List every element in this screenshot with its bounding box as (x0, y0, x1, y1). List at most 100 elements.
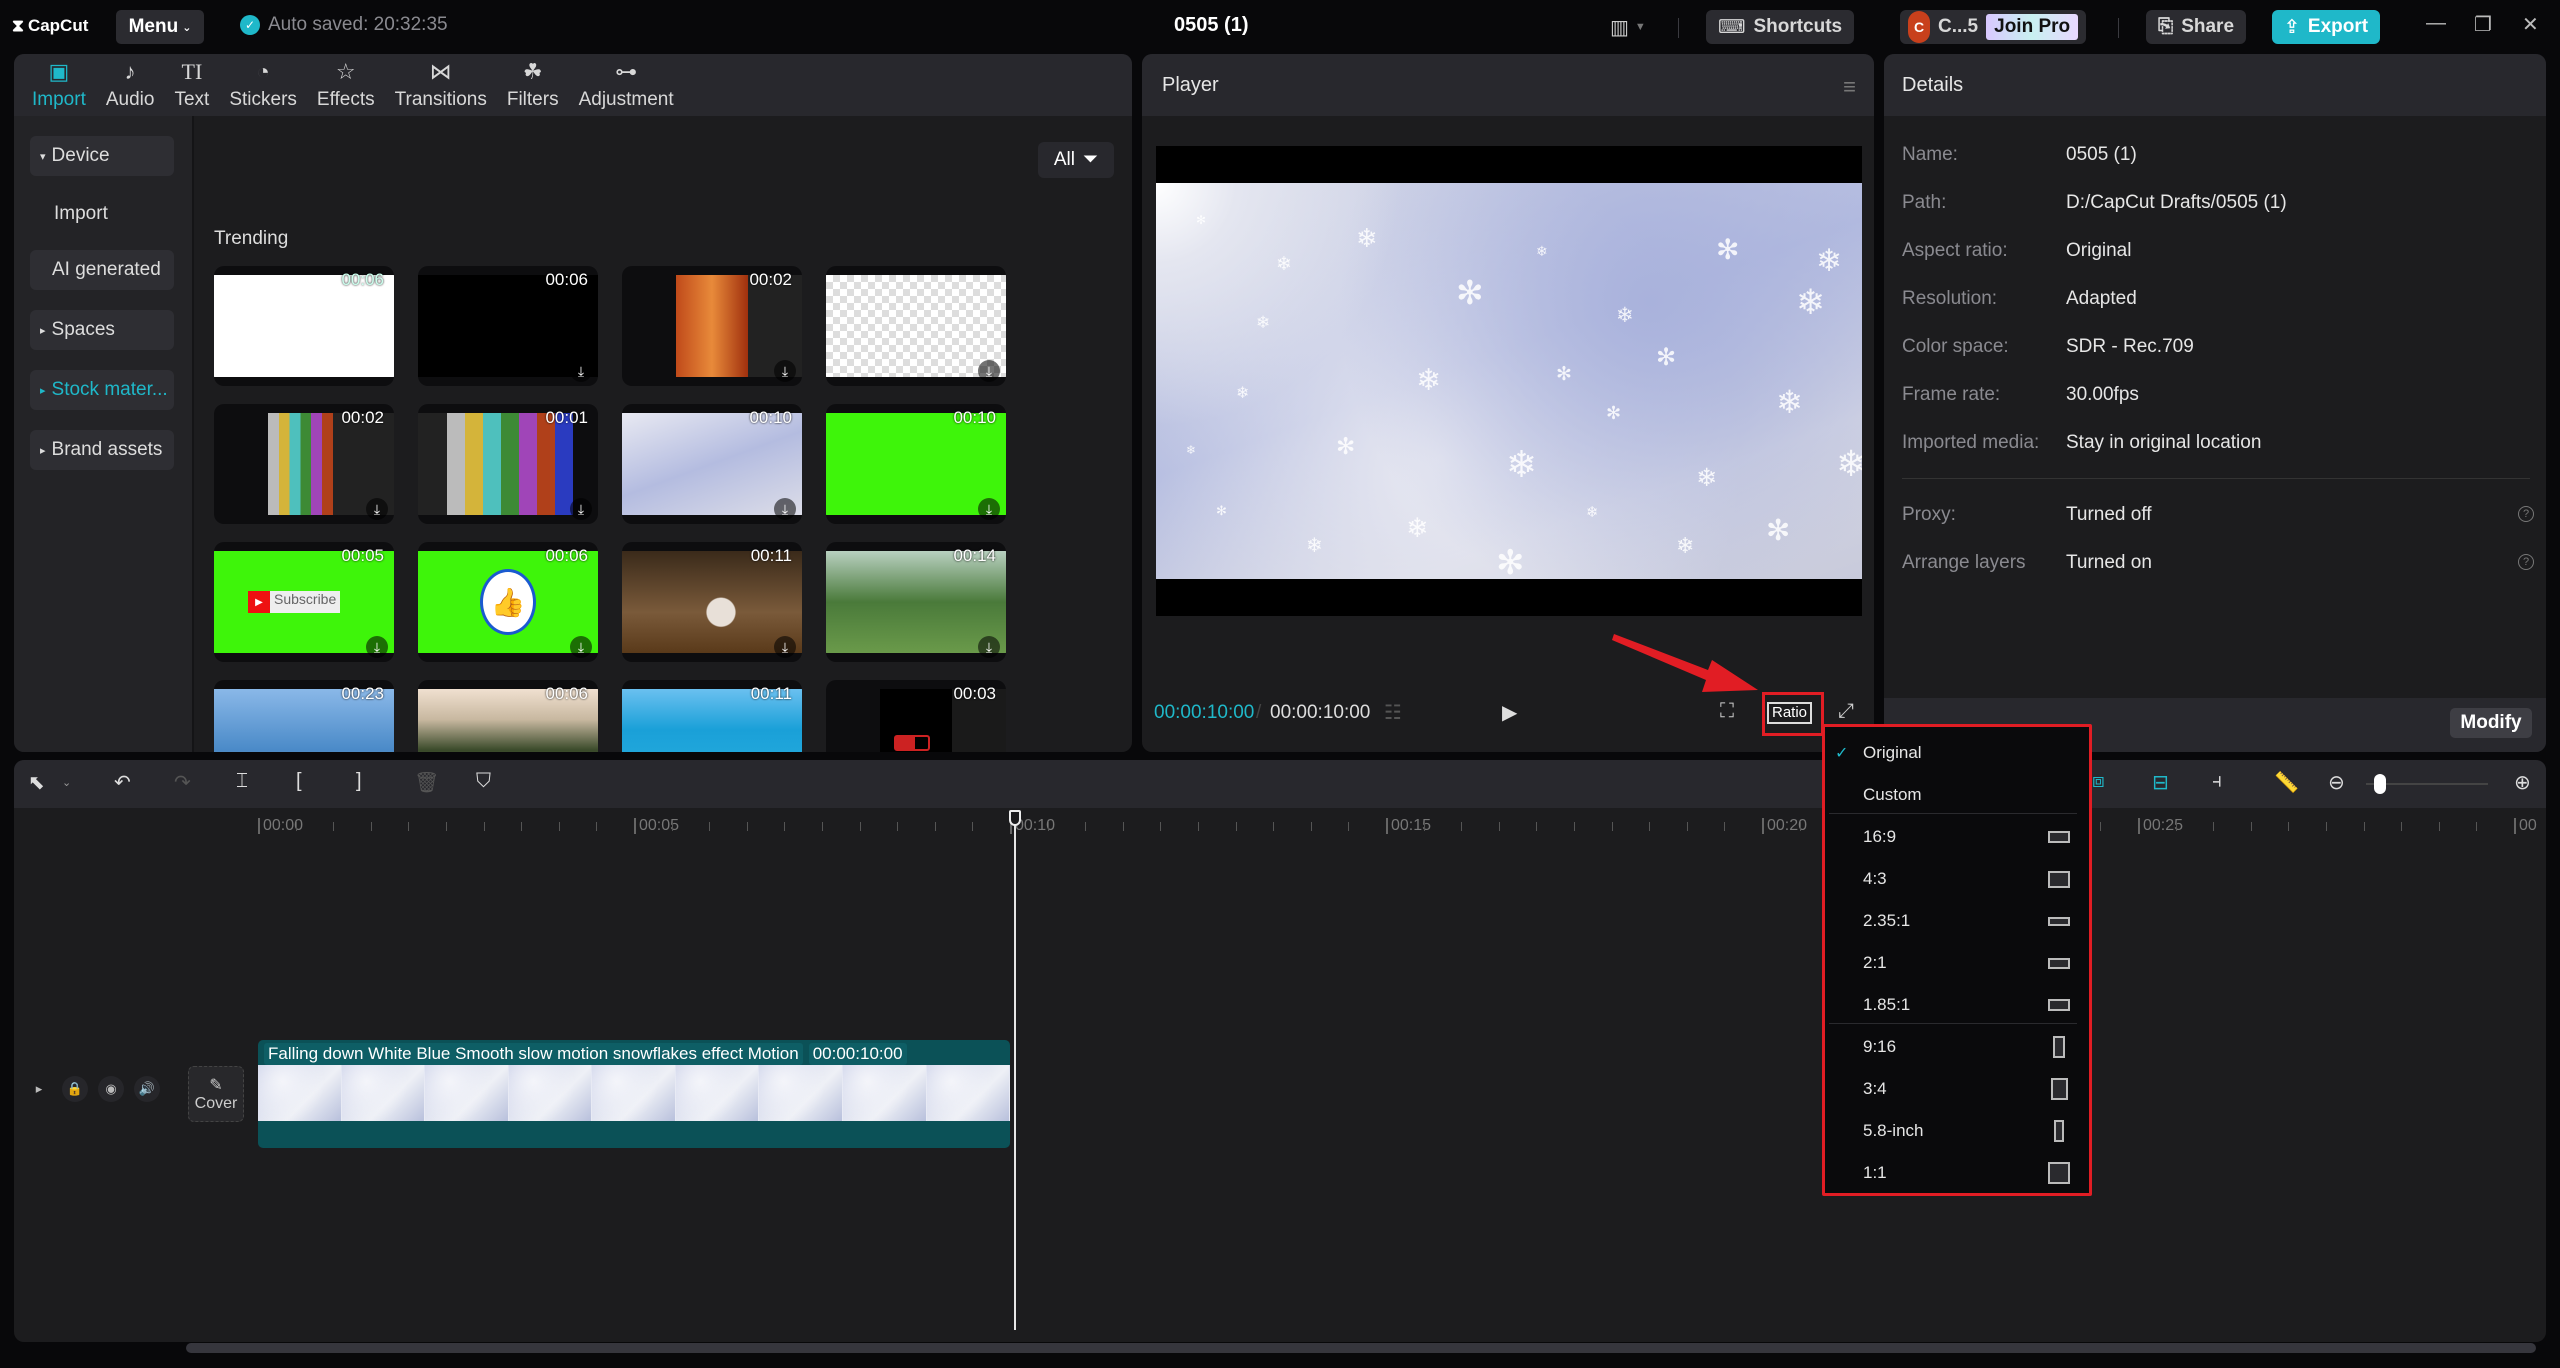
tab-transitions[interactable]: ⋈ Transitions (385, 54, 497, 116)
lock-icon[interactable]: 🔒 (62, 1076, 88, 1102)
media-item[interactable]: 00:11⤓ (622, 680, 802, 752)
shortcuts-button[interactable]: ⌨ Shortcuts (1706, 10, 1855, 44)
split-right-icon[interactable]: ] (356, 770, 362, 793)
zoom-out-icon[interactable]: ⊖ (2328, 770, 2345, 795)
join-pro-button[interactable]: Join Pro (1986, 14, 2079, 40)
sidebar-item-device[interactable]: ▾ Device (30, 136, 174, 176)
ratio-option[interactable]: ✓ Original (1825, 733, 2089, 773)
download-icon[interactable]: ⤓ (570, 498, 592, 520)
media-item[interactable]: 00:10 ⤓ (826, 404, 1006, 524)
export-button[interactable]: ⇪ Export (2272, 10, 2381, 44)
media-item[interactable]: 00:06 (214, 266, 394, 386)
zoom-in-icon[interactable]: ⊕ (2514, 770, 2531, 795)
hamburger-menu-icon[interactable]: ≡ (1843, 74, 1856, 100)
media-item[interactable]: 00:06⤓ (418, 266, 598, 386)
sidebar-item-ai-generated[interactable]: AI generated (30, 250, 174, 290)
download-icon[interactable]: ⤓ (774, 636, 796, 658)
ratio-option[interactable]: 2:1 (1825, 943, 2089, 983)
ratio-option[interactable]: 4:3 (1825, 859, 2089, 899)
zoom-preview-icon[interactable]: ⛶ (1720, 700, 1734, 723)
media-item[interactable]: 00:11⤓ (622, 542, 802, 662)
split-left-icon[interactable]: [ (296, 770, 302, 793)
media-item[interactable]: ▶ Subscribe 00:05 ⤓ (214, 542, 394, 662)
delete-icon[interactable]: 🗑 (414, 770, 439, 795)
select-tool-icon[interactable]: ⬉ (28, 770, 45, 795)
marker-icon[interactable]: ⛉ (476, 770, 491, 793)
audio-meter-icon[interactable]: ☷ (1384, 700, 1402, 725)
caret-right-icon: ▸ (40, 324, 46, 337)
account-button[interactable]: C C...5 Join Pro (1900, 10, 2087, 44)
media-item[interactable]: 00:02 ⤓ (214, 404, 394, 524)
restore-button[interactable]: ❐ (2474, 12, 2492, 37)
menu-button[interactable]: Menu ⌄ (116, 10, 204, 44)
undo-icon[interactable]: ↶ (114, 770, 131, 795)
battery-icon (894, 735, 930, 751)
ratio-option[interactable]: 2.35:1 (1825, 901, 2089, 941)
eye-icon[interactable]: ◉ (98, 1076, 124, 1102)
download-icon[interactable]: ⤓ (774, 498, 796, 520)
fullscreen-icon[interactable]: ⤢ (1838, 700, 1854, 723)
download-icon[interactable]: ⤓ (978, 360, 1000, 382)
media-item[interactable]: ⤓ (826, 266, 1006, 386)
media-item[interactable]: 00:03⤓ (826, 680, 1006, 752)
tab-text[interactable]: TI Text (164, 54, 219, 116)
tab-audio[interactable]: ♪ Audio (96, 54, 165, 116)
time-ruler[interactable]: 00:00 00:05 00:10 00:15 00:20 00:25 00 (14, 808, 2546, 848)
download-icon[interactable]: ⤓ (570, 636, 592, 658)
media-item[interactable]: 👍 00:06 ⤓ (418, 542, 598, 662)
video-clip[interactable]: Falling down White Blue Smooth slow moti… (258, 1040, 1010, 1148)
play-icon[interactable]: ▶ (1502, 700, 1517, 725)
sidebar-item-spaces[interactable]: ▸ Spaces (30, 310, 174, 350)
tab-adjustment[interactable]: ⊶ Adjustment (569, 54, 684, 116)
ratio-option[interactable]: 16:9 (1825, 817, 2089, 857)
tab-import[interactable]: ▣ Import (22, 54, 96, 116)
layout-button[interactable]: ▥ ▼ (1610, 10, 1646, 44)
share-button[interactable]: ⎘ Share (2146, 10, 2247, 44)
close-button[interactable]: ✕ (2522, 12, 2539, 37)
tab-stickers[interactable]: ◔ Stickers (219, 54, 307, 116)
media-item[interactable]: 00:06⤓ (418, 680, 598, 752)
ruler-zoom-icon[interactable]: 📏 (2274, 770, 2299, 795)
media-item[interactable]: 00:14 ⤓ (826, 542, 1006, 662)
ratio-option[interactable]: 1:1 (1825, 1153, 2089, 1193)
download-icon[interactable]: ⤓ (366, 636, 388, 658)
link-clips-icon[interactable]: ⊟ (2152, 770, 2169, 795)
media-item[interactable]: 00:02 ⤓ (622, 266, 802, 386)
modify-button[interactable]: Modify (2450, 708, 2532, 738)
chevron-down-icon[interactable]: ⌄ (62, 776, 71, 789)
split-icon[interactable]: ⌶ (236, 770, 248, 793)
preview-axis-icon[interactable]: ⫞ (2212, 770, 2222, 793)
magnet-snap-icon[interactable]: ⧈ (2092, 770, 2105, 793)
ratio-option[interactable]: 5.8-inch (1825, 1111, 2089, 1151)
minimize-button[interactable]: — (2426, 12, 2446, 35)
tab-filters[interactable]: ☘ Filters (497, 54, 569, 116)
media-item[interactable]: 00:10 ⤓ (622, 404, 802, 524)
sidebar-item-stock-material[interactable]: ▸ Stock mater... (30, 370, 174, 410)
media-item[interactable]: 00:01 ⤓ (418, 404, 598, 524)
speaker-icon[interactable]: 🔊 (134, 1076, 160, 1102)
help-icon[interactable]: ? (2518, 506, 2534, 522)
timeline-horizontal-scrollbar[interactable] (186, 1343, 2536, 1353)
download-icon[interactable]: ⤓ (978, 498, 1000, 520)
cover-button[interactable]: ✎ Cover (188, 1066, 244, 1122)
preview-screen[interactable]: ✻ ❄ ❄ ✻ ❄ ❄ ✻ ❄ ❄ ✻ ❄ ❄ ✻ ❄ ❄ ✻ ❄ ❄ ✻ ❄ ❄ ✻ ❄ ❄ ✻ ❄ ❄ ✻ (1156, 146, 1862, 616)
playhead-line[interactable] (1014, 810, 1016, 1330)
zoom-slider-handle[interactable] (2374, 774, 2386, 794)
help-icon[interactable]: ? (2518, 554, 2534, 570)
redo-icon[interactable]: ↷ (174, 770, 191, 795)
filter-all-button[interactable]: All ⏷ (1038, 142, 1114, 178)
tab-effects[interactable]: ☆ Effects (307, 54, 385, 116)
download-icon[interactable]: ⤓ (570, 360, 592, 382)
ratio-option[interactable]: 3:4 (1825, 1069, 2089, 1109)
media-item[interactable]: 00:23⤓ (214, 680, 394, 752)
download-icon[interactable]: ⤓ (774, 360, 796, 382)
ratio-option[interactable]: 9:16 (1825, 1027, 2089, 1067)
playhead-handle[interactable] (1009, 810, 1021, 826)
ratio-option[interactable]: 1.85:1 (1825, 985, 2089, 1025)
sidebar-item-brand-assets[interactable]: ▸ Brand assets (30, 430, 174, 470)
sidebar-item-import[interactable]: Import (30, 194, 174, 234)
download-icon[interactable]: ⤓ (978, 636, 1000, 658)
download-icon[interactable]: ⤓ (366, 498, 388, 520)
ratio-option[interactable]: Custom (1825, 775, 2089, 815)
snowflake-icon: ✻ (1556, 364, 1572, 385)
